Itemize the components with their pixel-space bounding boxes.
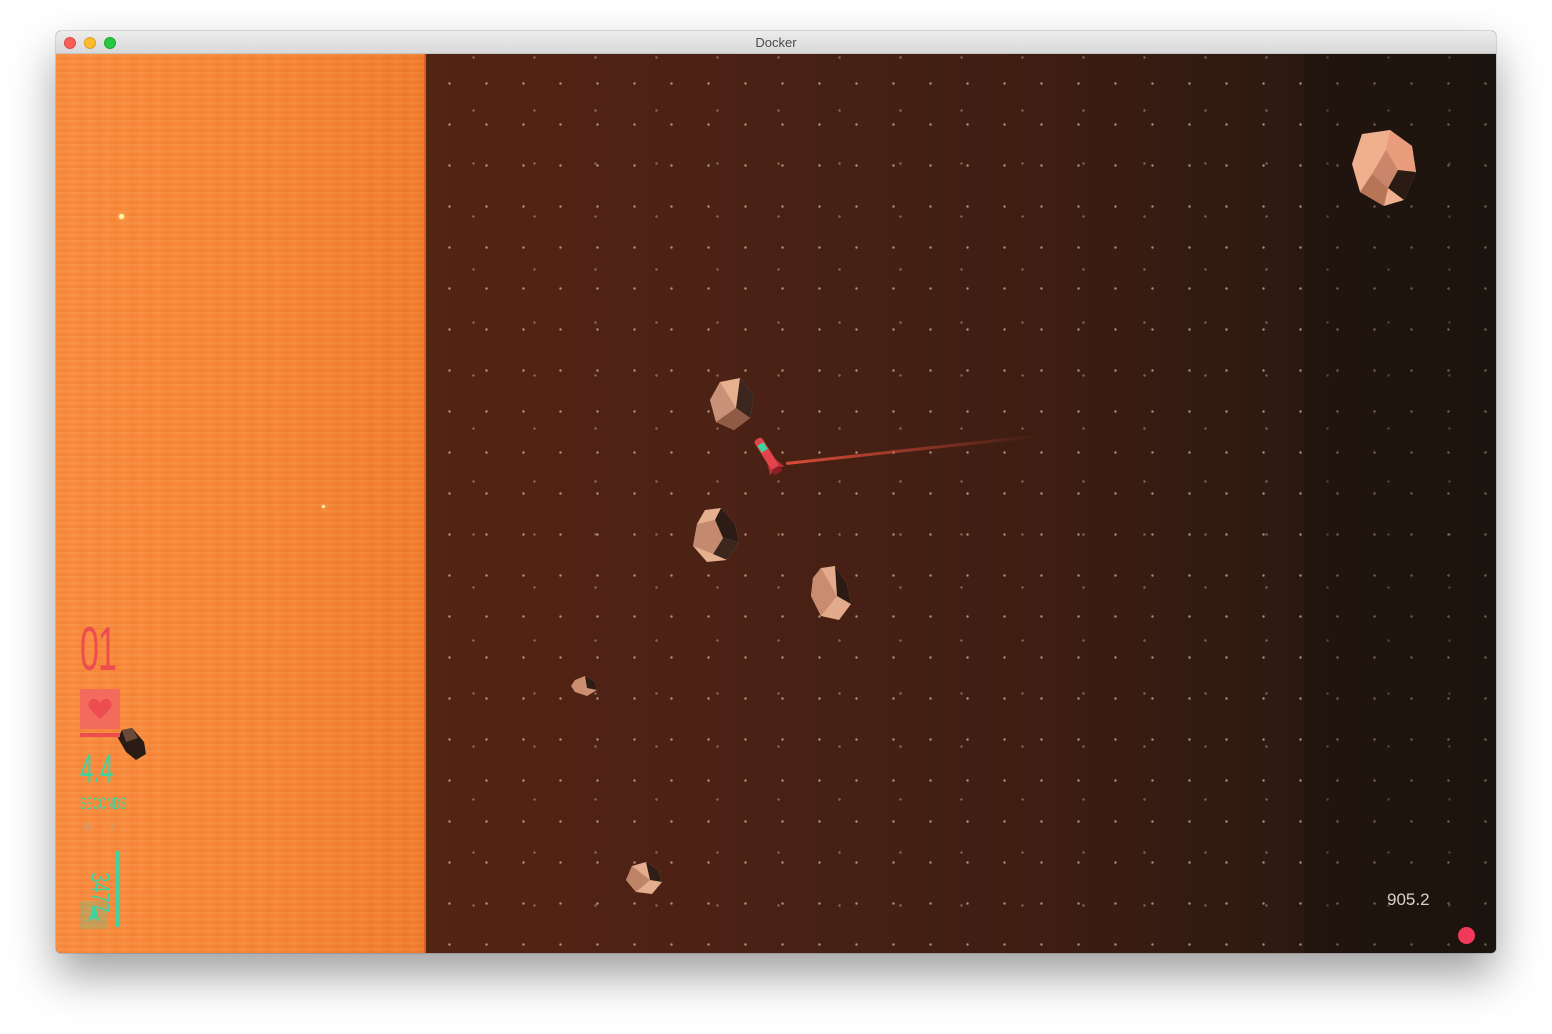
player-ship[interactable] [748, 432, 788, 482]
timer-value: 4.4 [80, 747, 114, 791]
status-icons: ⚙ ♆ [82, 820, 124, 834]
rocket-icon [87, 906, 101, 922]
sun-spark [119, 214, 124, 219]
heart-icon [88, 698, 112, 719]
app-window: Docker 01 4.4 SECONDS ⚙ ♆ 3477 905.2 [56, 31, 1496, 953]
asteroid [626, 862, 662, 894]
sun-surface [56, 54, 426, 953]
asteroid [571, 676, 597, 696]
fuel-bar [115, 851, 120, 927]
lives-indicator [80, 689, 120, 729]
asteroid [1352, 130, 1416, 206]
sun-spark [322, 505, 325, 508]
title-bar: Docker [56, 31, 1496, 54]
record-indicator[interactable] [1458, 927, 1475, 944]
fps-readout: 905.2 [1387, 890, 1430, 909]
asteroid [710, 378, 754, 430]
asteroid [693, 508, 739, 562]
ship-status [80, 901, 108, 929]
asteroid [811, 566, 851, 620]
level-counter: 01 [80, 615, 117, 684]
timer-label: SECONDS [80, 794, 127, 813]
health-bar [80, 733, 120, 737]
window-title: Docker [755, 35, 797, 50]
asteroid [118, 728, 146, 760]
game-canvas[interactable]: 01 4.4 SECONDS ⚙ ♆ 3477 905.2 [56, 54, 1496, 953]
